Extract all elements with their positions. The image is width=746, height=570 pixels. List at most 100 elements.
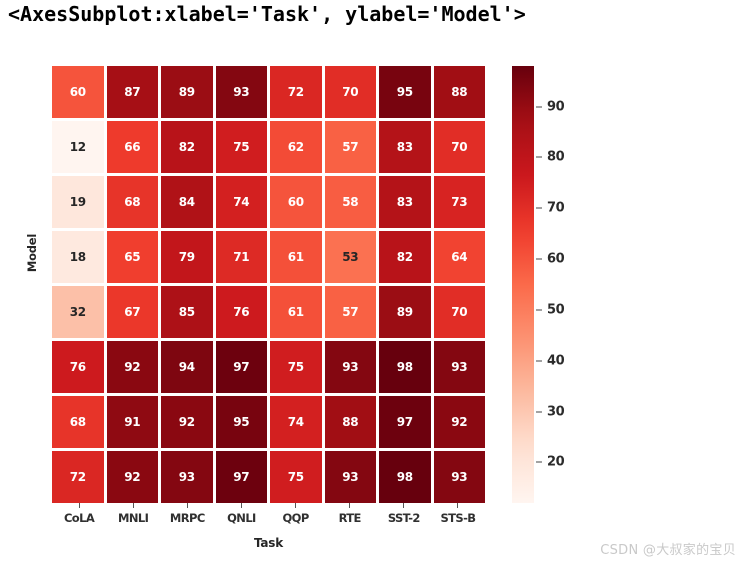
heatmap-cell-value: 70 — [342, 85, 359, 99]
colorbar-tick-label: 70 — [547, 200, 565, 216]
heatmap-cell: 53 — [324, 231, 376, 283]
x-tick-label: QNLI — [227, 511, 256, 525]
heatmap-cell-value: 95 — [233, 415, 250, 429]
heatmap-cell-value: 64 — [451, 250, 468, 264]
heatmap-cell: 88 — [433, 66, 485, 118]
heatmap-cell-value: 93 — [451, 360, 468, 374]
x-tick-mark — [132, 503, 134, 508]
heatmap-cell-value: 74 — [287, 415, 304, 429]
heatmap-cell-value: 19 — [69, 195, 86, 209]
heatmap-cell: 93 — [324, 451, 376, 503]
heatmap-cell: 89 — [161, 66, 213, 118]
heatmap-cell: 93 — [161, 451, 213, 503]
heatmap-figure: Model 60 87 89 93 72 70 95 88 12 66 82 75 62 57 83 70 19… — [0, 34, 746, 570]
heatmap-cell: 85 — [161, 286, 213, 338]
colorbar-tick-mark — [536, 207, 542, 209]
colorbar-tick-label: 90 — [547, 99, 565, 115]
heatmap-cell: 95 — [215, 396, 267, 448]
heatmap-cell: 84 — [161, 176, 213, 228]
x-tick-label: SST-2 — [387, 511, 421, 525]
y-axis-label: Model — [25, 233, 39, 273]
heatmap-cell-value: 84 — [178, 195, 195, 209]
heatmap-cell-value: 82 — [396, 250, 413, 264]
heatmap-cell: 57 — [324, 286, 376, 338]
heatmap-cell: 97 — [215, 451, 267, 503]
x-tick-label: CoLA — [63, 511, 95, 525]
heatmap-cell: 92 — [106, 341, 158, 393]
heatmap-cell-value: 95 — [396, 85, 413, 99]
watermark-text: CSDN @大叔家的宝贝 — [600, 543, 736, 558]
heatmap-cell-value: 12 — [69, 140, 86, 154]
heatmap-cell: 76 — [52, 341, 104, 393]
heatmap-cell-value: 89 — [396, 305, 413, 319]
heatmap-cell: 74 — [215, 176, 267, 228]
heatmap-cell-value: 58 — [342, 195, 359, 209]
x-tick-mark — [349, 503, 351, 508]
heatmap-cell-value: 66 — [124, 140, 141, 154]
heatmap-cell: 83 — [379, 121, 431, 173]
heatmap-cell-value: 82 — [178, 140, 195, 154]
colorbar-tick-mark — [536, 309, 542, 311]
x-tick: QNLI — [214, 503, 268, 525]
colorbar-tick-mark — [536, 106, 542, 108]
heatmap-cell-value: 61 — [287, 305, 304, 319]
colorbar-tick-label: 60 — [547, 251, 565, 267]
heatmap-cell-value: 62 — [287, 140, 304, 154]
x-tick-label: MRPC — [169, 511, 205, 525]
heatmap-cell: 72 — [270, 66, 322, 118]
x-tick-mark — [457, 503, 459, 508]
heatmap-cell-value: 97 — [233, 360, 250, 374]
heatmap-cell: 18 — [52, 231, 104, 283]
x-tick: MNLI — [106, 503, 160, 525]
x-tick-mark — [78, 503, 80, 508]
x-tick-mark — [295, 503, 297, 508]
x-tick-label: QQP — [282, 511, 309, 525]
heatmap-cell: 87 — [106, 66, 158, 118]
heatmap-cell-value: 83 — [396, 140, 413, 154]
heatmap-cell: 82 — [161, 121, 213, 173]
heatmap-cell-value: 89 — [178, 85, 195, 99]
heatmap-cell: 98 — [379, 341, 431, 393]
x-tick-mark — [186, 503, 188, 508]
colorbar: 90 80 70 60 50 40 30 20 — [512, 66, 565, 503]
heatmap-cell-value: 75 — [287, 470, 304, 484]
colorbar-tick-mark — [536, 156, 542, 158]
heatmap-cell-value: 61 — [287, 250, 304, 264]
heatmap-cell: 97 — [379, 396, 431, 448]
heatmap-cell-value: 68 — [69, 415, 86, 429]
heatmap-cell: 70 — [433, 286, 485, 338]
heatmap-cell: 32 — [52, 286, 104, 338]
heatmap-cell-value: 76 — [69, 360, 86, 374]
x-axis-ticks: CoLA MNLI MRPC QNLI QQP RTE SST-2 STS-B — [52, 503, 485, 525]
heatmap-cell-value: 93 — [178, 470, 195, 484]
x-tick-mark — [403, 503, 405, 508]
heatmap-cell-value: 91 — [124, 415, 141, 429]
heatmap-cell: 91 — [106, 396, 158, 448]
heatmap-cell-value: 60 — [69, 85, 86, 99]
x-tick: SST-2 — [377, 503, 431, 525]
heatmap-cell: 61 — [270, 286, 322, 338]
heatmap-cell: 62 — [270, 121, 322, 173]
heatmap-cell: 58 — [324, 176, 376, 228]
x-tick: MRPC — [160, 503, 214, 525]
colorbar-tick-mark — [536, 258, 542, 260]
heatmap-cell-value: 94 — [178, 360, 195, 374]
heatmap-cell: 68 — [106, 176, 158, 228]
heatmap-cell-value: 70 — [451, 305, 468, 319]
heatmap-cell-value: 75 — [287, 360, 304, 374]
colorbar-gradient — [512, 66, 534, 503]
x-tick-label: MNLI — [118, 511, 149, 525]
heatmap-cell: 75 — [270, 341, 322, 393]
heatmap-cell-value: 98 — [396, 470, 413, 484]
heatmap-cell-value: 93 — [342, 360, 359, 374]
heatmap-cell-value: 93 — [233, 85, 250, 99]
colorbar-tick: 30 — [534, 404, 565, 419]
colorbar-tick-mark — [536, 411, 542, 413]
heatmap-cell-value: 92 — [124, 470, 141, 484]
colorbar-tick: 90 — [534, 99, 565, 115]
heatmap-cell-value: 57 — [342, 305, 359, 319]
colorbar-tick: 50 — [534, 302, 565, 317]
heatmap-cell: 12 — [52, 121, 104, 173]
heatmap-cell-value: 92 — [124, 360, 141, 374]
heatmap-cell: 93 — [324, 341, 376, 393]
